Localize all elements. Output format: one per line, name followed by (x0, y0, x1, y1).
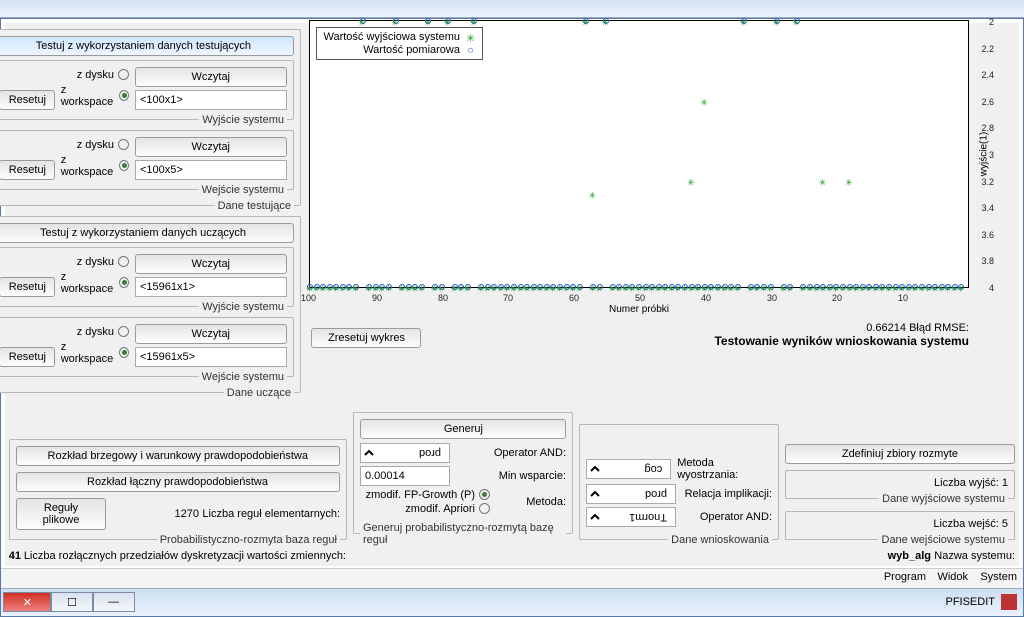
reset-plot-button[interactable]: Zresetuj wykres (311, 328, 421, 348)
rulegen-and-label: Operator AND: (494, 447, 566, 459)
learn-in-disk-radio[interactable]: z dysku (61, 326, 129, 338)
learn-in-value[interactable] (135, 347, 287, 367)
learn-out-value[interactable] (135, 277, 287, 297)
legend-measured: Wartość pomiarowa (363, 44, 460, 56)
test-input-group: Wejście systemu Wczytaj z workspace z dy… (0, 130, 294, 196)
learn-out-load-button[interactable]: Wczytaj (135, 254, 287, 274)
rulegen-group: Generuj probabilistyczno-rozmytą bazę re… (353, 412, 573, 546)
define-fuzzy-button[interactable]: Zdefiniuj zbiory rozmyte (785, 444, 1015, 464)
test-test-button[interactable]: Testuj z wykorzystaniem danych testujący… (0, 36, 294, 56)
test-out-disk-radio[interactable]: z dysku (61, 69, 129, 81)
plot-title: Testowanie wyników wnioskowania systemu (714, 334, 969, 348)
inference-legend: Dane wnioskowania (671, 534, 769, 546)
chart-legend: ○Wartość pomiarowa ✳Wartość wyjściowa sy… (316, 27, 483, 60)
menubar: System Widok Program (1, 568, 1023, 588)
rulegen-legend: Generuj probabilistyczno-rozmytą bazę re… (363, 522, 563, 546)
learn-out-disk-radio[interactable]: z dysku (61, 256, 129, 268)
system-name-value: wyb_alg (888, 550, 931, 562)
learn-in-legend: Wejście systemu (202, 371, 284, 383)
output-legend: Dane wyjściowe systemu (882, 493, 1005, 505)
method-apriori-radio[interactable]: zmodif. Apriori (360, 503, 490, 515)
rmse-value: 0.66214 (866, 322, 906, 334)
test-in-value[interactable] (135, 160, 287, 180)
test-data-group: Dane testujące Wejście systemu Wczytaj z… (0, 29, 301, 212)
test-in-disk-radio[interactable]: z dysku (61, 139, 129, 151)
learn-in-load-button[interactable]: Wczytaj (135, 324, 287, 344)
elem-value: 1270 (175, 508, 199, 520)
minsupp-label: Min wsparcie: (499, 470, 566, 482)
output-data-group: Dane wyjściowe systemu Liczba wyjść: 1 (785, 470, 1015, 505)
plot-panel: Testowanie wyników wnioskowania systemu … (305, 29, 1013, 348)
rulebase-legend: Probabilistyczno-rozmyta baza reguł (160, 534, 337, 546)
learn-in-reset-button[interactable]: Resetuj (0, 347, 55, 367)
rulegen-and-select[interactable]: prod (360, 443, 450, 463)
maximize-button[interactable]: ☐ (51, 593, 93, 613)
defuzz-select[interactable]: cog (586, 459, 671, 479)
test-out-value[interactable] (135, 90, 287, 110)
learn-legend: Dane uczące (227, 387, 291, 399)
close-button[interactable]: ✕ (3, 593, 51, 613)
input-count: Liczba wejść: 5 (933, 518, 1008, 530)
learn-data-group: Dane uczące Wejście systemu Wczytaj z wo… (0, 216, 301, 399)
system-name-label: Nazwa systemu: (934, 550, 1015, 562)
test-in-legend: Wejście systemu (202, 184, 284, 196)
test-in-reset-button[interactable]: Resetuj (0, 160, 55, 180)
learn-input-group: Wejście systemu Wczytaj z workspace z dy… (0, 317, 294, 383)
window-title: PFISEDIT (945, 597, 995, 609)
minsupp-input[interactable] (360, 466, 450, 486)
discr-value: 41 (9, 550, 21, 562)
method-fpgrowth-radio[interactable]: zmodif. FP-Growth (P) (360, 489, 490, 501)
impl-select[interactable]: prod (586, 484, 676, 504)
elem-label: Liczba reguł elementarnych: (202, 508, 340, 520)
inference-group: Dane wnioskowania Operator AND: Tnorm1 R… (579, 424, 779, 546)
titlebar: PFISEDIT — ☐ ✕ (1, 588, 1023, 616)
client-area: Nazwa systemu: wyb_alg Liczba rozłącznyc… (5, 23, 1019, 566)
output-count: Liczba wyjść: 1 (934, 477, 1008, 489)
rules-file-button[interactable]: Reguły plikowe (16, 498, 106, 530)
os-taskbar (0, 0, 1024, 18)
menu-system[interactable]: System (980, 571, 1017, 586)
learn-output-group: Wyjście systemu Wczytaj z workspace z dy… (0, 247, 294, 313)
menu-program[interactable]: Program (884, 571, 926, 586)
learn-in-workspace-radio[interactable]: z workspace (61, 341, 129, 365)
learn-out-reset-button[interactable]: Resetuj (0, 277, 55, 297)
impl-label: Relacja implikacji: (685, 488, 772, 500)
test-out-workspace-radio[interactable]: z workspace (61, 84, 129, 108)
app-icon (1001, 595, 1017, 611)
test-out-load-button[interactable]: Wczytaj (135, 67, 287, 87)
discr-label: Liczba rozłącznych przedziałów dyskretyz… (24, 550, 346, 562)
input-data-group: Dane wejściowe systemu Liczba wejść: 5 (785, 511, 1015, 546)
x-axis-label: Numer próbki (609, 304, 669, 315)
menu-view[interactable]: Widok (938, 571, 969, 586)
rmse-label: Błąd RMSE: (909, 322, 969, 334)
test-learn-button[interactable]: Testuj z wykorzystaniem danych uczących (0, 223, 294, 243)
y-axis-label: wyjście(1) (978, 132, 989, 176)
and-label: Operator AND: (700, 511, 772, 523)
test-out-reset-button[interactable]: Resetuj (0, 90, 55, 110)
test-in-workspace-radio[interactable]: z workspace (61, 154, 129, 178)
chart: Numer próbki wyjście(1) ○Wartość pomiaro… (309, 20, 969, 288)
defuzz-label: Metoda wyostrzania: (677, 457, 772, 481)
test-legend: Dane testujące (218, 200, 291, 212)
generate-button[interactable]: Generuj (360, 419, 566, 439)
legend-system: Wartość wyjściowa systemu (323, 32, 460, 44)
and-select[interactable]: Tnorm1 (586, 507, 676, 527)
input-legend: Dane wejściowe systemu (882, 534, 1006, 546)
test-output-group: Wyjście systemu Wczytaj z workspace z dy… (0, 60, 294, 126)
learn-out-workspace-radio[interactable]: z workspace (61, 271, 129, 295)
test-out-legend: Wyjście systemu (202, 114, 284, 126)
learn-out-legend: Wyjście systemu (202, 301, 284, 313)
test-in-load-button[interactable]: Wczytaj (135, 137, 287, 157)
minimize-button[interactable]: — (93, 593, 135, 613)
method-label: Metoda: (526, 496, 566, 508)
app-window: PFISEDIT — ☐ ✕ System Widok Program Nazw… (0, 18, 1024, 617)
